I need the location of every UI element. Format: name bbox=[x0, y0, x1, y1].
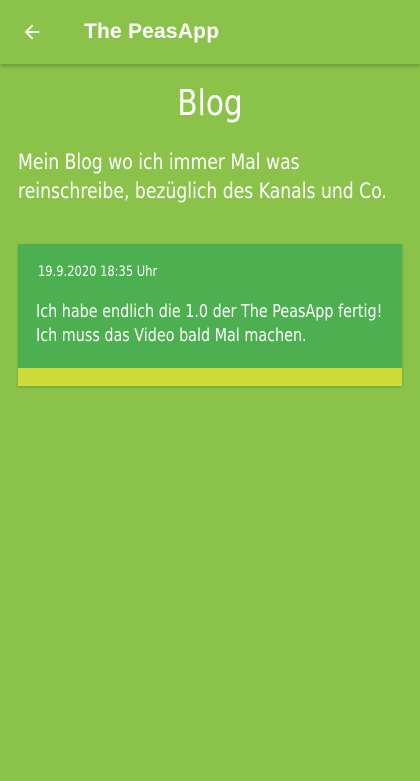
app-bar: The PeasApp bbox=[0, 0, 420, 64]
blog-post-card[interactable]: 19.9.2020 18:35 Uhr Ich habe endlich die… bbox=[18, 244, 402, 386]
arrow-back-icon bbox=[21, 21, 43, 43]
blog-intro-text: Mein Blog wo ich immer Mal was reinschre… bbox=[18, 150, 387, 203]
page-title: Blog bbox=[177, 83, 243, 124]
post-text: Ich habe endlich die 1.0 der The PeasApp… bbox=[36, 302, 383, 346]
app-title: The PeasApp bbox=[84, 20, 220, 43]
post-date: 19.9.2020 18:35 Uhr bbox=[38, 264, 158, 280]
post-accent-bar bbox=[18, 368, 402, 386]
back-button[interactable] bbox=[16, 16, 48, 48]
